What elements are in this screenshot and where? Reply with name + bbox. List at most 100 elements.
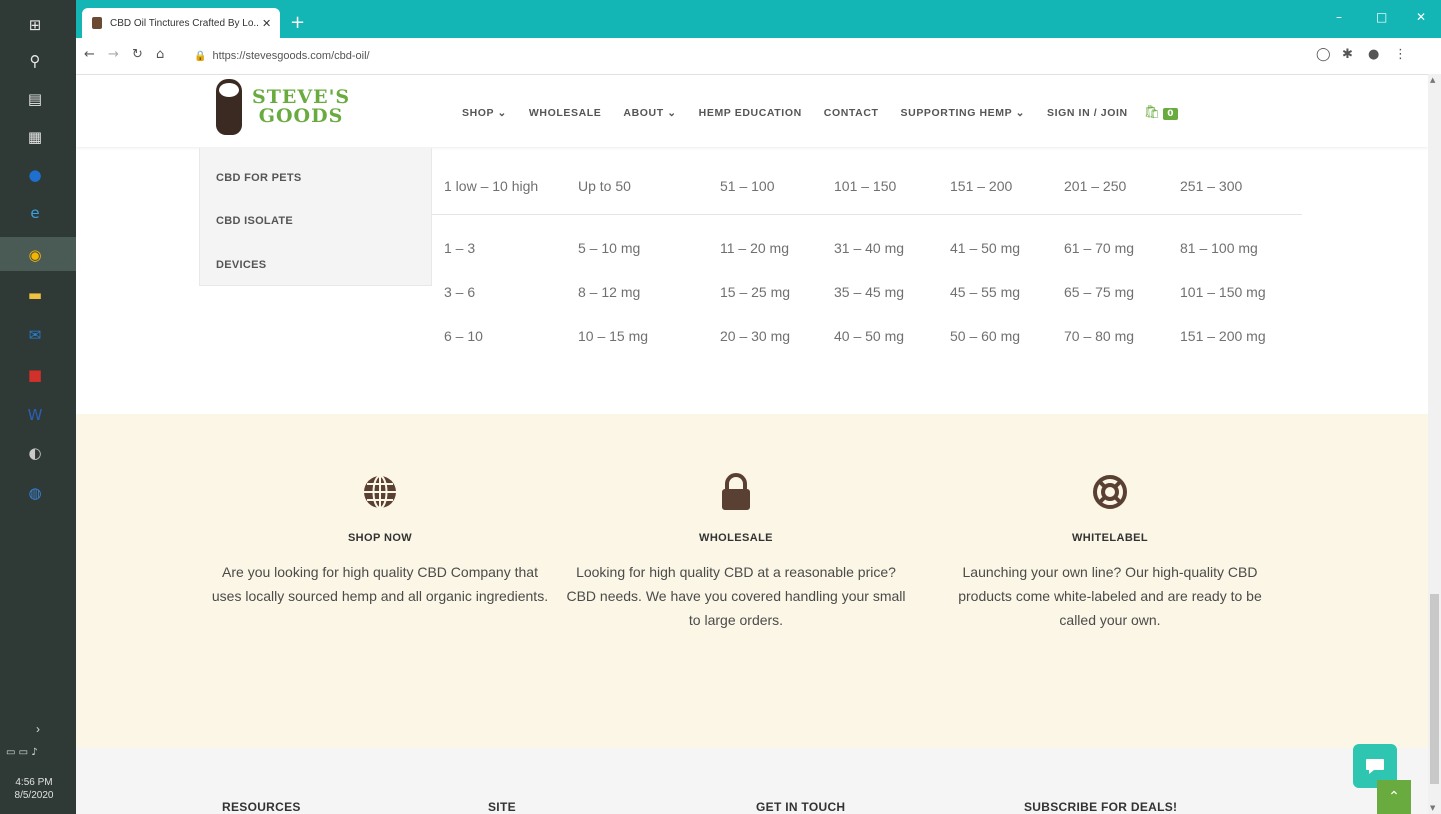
lock-icon: 🔒 — [194, 50, 207, 62]
table-cell: 8 – 12 mg — [578, 284, 641, 300]
pill-app-icon[interactable]: ◐ — [24, 442, 46, 464]
clock-date: 8/5/2020 — [14, 790, 54, 801]
table-cell: 81 – 100 mg — [1180, 240, 1258, 256]
table-cell: 6 – 10 — [444, 328, 483, 344]
feature-shop-now: SHOP NOW Are you looking for high qualit… — [210, 472, 550, 608]
forward-icon[interactable]: → — [108, 47, 119, 62]
footer-heading-site: SITE — [488, 800, 516, 814]
table-cell: 101 – 150 mg — [1180, 284, 1266, 300]
dropdown-item-cbd-isolate[interactable]: CBD ISOLATE — [216, 215, 293, 227]
browser-tab-bar: CBD Oil Tinctures Crafted By Lo... ✕ + –… — [76, 0, 1441, 38]
site-logo[interactable]: STEVE'S GOODS — [216, 79, 350, 135]
globe-icon — [360, 472, 400, 512]
close-tab-icon[interactable]: ✕ — [262, 17, 271, 30]
feature-text: Are you looking for high quality CBD Com… — [211, 564, 549, 604]
table-cell: 41 – 50 mg — [950, 240, 1021, 256]
nav-wholesale[interactable]: WHOLESALE — [529, 107, 601, 119]
dropdown-item-devices[interactable]: DEVICES — [216, 259, 266, 271]
scroll-down-arrow-icon[interactable]: ▼ — [1430, 804, 1435, 812]
feature-text: Looking for high quality CBD at a reason… — [566, 564, 906, 628]
file-explorer-icon[interactable]: ▬ — [24, 284, 46, 306]
edge-icon[interactable]: ● — [24, 164, 46, 186]
minimize-icon[interactable]: – — [1336, 10, 1342, 24]
nav-sign-in-join[interactable]: SIGN IN / JOIN — [1047, 107, 1128, 119]
table-cell: 61 – 70 mg — [1064, 240, 1135, 256]
footer-heading-resources: RESOURCES — [222, 800, 301, 814]
nav-supporting-hemp[interactable]: SUPPORTING HEMP ⌄ — [901, 107, 1025, 119]
chrome-icon[interactable]: ◉ — [24, 244, 46, 266]
notification-app-icon[interactable]: ◍ — [24, 482, 46, 504]
scroll-up-arrow-icon[interactable]: ▲ — [1430, 76, 1435, 84]
table-cell: 65 – 75 mg — [1064, 284, 1135, 300]
reload-icon[interactable]: ↻ — [132, 47, 143, 62]
table-cell: 101 – 150 — [834, 178, 897, 194]
home-icon[interactable]: ⌂ — [156, 47, 164, 62]
table-cell: 70 – 80 mg — [1064, 328, 1135, 344]
lifebuoy-icon — [1090, 472, 1130, 512]
table-cell: 251 – 300 — [1180, 178, 1243, 194]
profile-icon[interactable]: ● — [1368, 47, 1379, 62]
table-cell: Up to 50 — [578, 178, 631, 194]
tray-chevron-icon[interactable]: › — [36, 722, 40, 736]
word-icon[interactable]: W — [24, 404, 46, 426]
table-cell: 45 – 55 mg — [950, 284, 1021, 300]
shop-dropdown-menu: CBD FOR PETS CBD ISOLATE DEVICES — [199, 148, 432, 286]
table-cell: 50 – 60 mg — [950, 328, 1021, 344]
feature-heading: WHOLESALE — [699, 532, 773, 544]
table-cell: 1 – 3 — [444, 240, 476, 256]
cart-count-badge: 0 — [1163, 108, 1178, 120]
table-cell: 20 – 30 mg — [720, 328, 791, 344]
table-row: 3 – 6 8 – 12 mg 15 – 25 mg 35 – 45 mg 45… — [432, 270, 1302, 314]
dropdown-item-cbd-for-pets[interactable]: CBD FOR PETS — [216, 172, 302, 184]
nav-shop[interactable]: SHOP ⌄ — [462, 107, 507, 119]
search-icon[interactable]: ⚲ — [24, 50, 46, 72]
chevron-down-icon: ⌄ — [1015, 106, 1025, 119]
system-tray-icons[interactable]: ▭ ▭ ♪ — [6, 747, 38, 758]
tab-title: CBD Oil Tinctures Crafted By Lo... — [110, 17, 258, 29]
calculator-icon[interactable]: ▦ — [24, 126, 46, 148]
table-cell: 15 – 25 mg — [720, 284, 791, 300]
acrobat-icon[interactable]: ■ — [24, 364, 46, 386]
browser-toolbar: ← → ↻ ⌂ 🔒 https://stevesgoods.com/cbd-oi… — [76, 38, 1441, 75]
extensions-puzzle-icon[interactable]: ✱ — [1342, 47, 1353, 62]
table-cell: 1 low – 10 high — [444, 178, 539, 194]
favicon-icon — [92, 17, 102, 29]
feature-heading: WHITELABEL — [1071, 532, 1149, 544]
table-cell: 35 – 45 mg — [834, 284, 905, 300]
back-icon[interactable]: ← — [84, 47, 95, 62]
maximize-icon[interactable]: □ — [1376, 10, 1387, 24]
new-tab-button[interactable]: + — [290, 12, 305, 33]
table-cell: 151 – 200 — [950, 178, 1013, 194]
chevron-down-icon: ⌄ — [497, 106, 507, 119]
taskbar-clock[interactable]: 4:56 PM 8/5/2020 — [4, 776, 64, 802]
table-cell: 5 – 10 mg — [578, 240, 641, 256]
table-cell: 40 – 50 mg — [834, 328, 905, 344]
task-view-icon[interactable]: ▤ — [24, 88, 46, 110]
nav-about[interactable]: ABOUT ⌄ — [623, 107, 676, 119]
extension-icon[interactable]: ◯ — [1316, 47, 1331, 62]
logo-line2: GOODS — [258, 105, 344, 127]
scrollbar-thumb[interactable] — [1430, 594, 1439, 784]
clock-time: 4:56 PM — [15, 777, 53, 788]
address-bar[interactable]: 🔒 https://stevesgoods.com/cbd-oil/ — [194, 44, 1394, 68]
table-cell: 10 – 15 mg — [578, 328, 649, 344]
table-cell: 11 – 20 mg — [720, 240, 790, 256]
close-window-icon[interactable]: ✕ — [1416, 10, 1426, 24]
scroll-to-top-button[interactable]: ⌃ — [1377, 780, 1411, 814]
feature-text: Launching your own line? Our high-qualit… — [958, 564, 1262, 628]
bearded-man-logo-icon — [216, 79, 242, 135]
table-row: 6 – 10 10 – 15 mg 20 – 30 mg 40 – 50 mg … — [432, 314, 1302, 358]
browser-tab[interactable]: CBD Oil Tinctures Crafted By Lo... ✕ — [82, 8, 280, 38]
feature-heading: SHOP NOW — [347, 532, 413, 544]
table-cell: 151 – 200 mg — [1180, 328, 1266, 344]
windows-start-icon[interactable]: ⊞ — [24, 14, 46, 36]
footer-heading-get-in-touch: GET IN TOUCH — [756, 800, 846, 814]
nav-contact[interactable]: CONTACT — [824, 107, 879, 119]
nav-hemp-education[interactable]: HEMP EDUCATION — [699, 107, 802, 119]
cart-icon[interactable]: 🛍 0 — [1144, 105, 1178, 120]
menu-kebab-icon[interactable]: ⋮ — [1394, 47, 1407, 62]
internet-explorer-icon[interactable]: e — [24, 202, 46, 224]
page-scrollbar[interactable]: ▲ ▼ — [1428, 74, 1441, 814]
outlook-icon[interactable]: ✉ — [24, 324, 46, 346]
table-row: 1 low – 10 high Up to 50 51 – 100 101 – … — [432, 170, 1302, 215]
